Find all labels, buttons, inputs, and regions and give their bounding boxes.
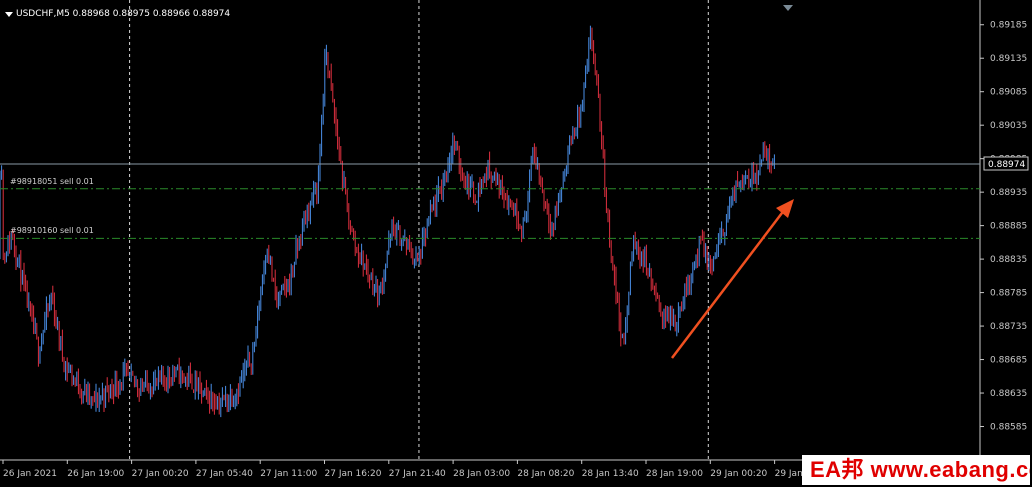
price-tick-label: 0.88585 (990, 423, 1027, 433)
price-tick-label: 0.89035 (990, 121, 1027, 131)
time-tick-label: 28 Jan 03:00 (453, 469, 510, 479)
price-tick-label: 0.89135 (990, 54, 1027, 64)
time-tick-label: 29 Jan 00:20 (710, 469, 767, 479)
time-tick-label: 28 Jan 19:00 (646, 469, 703, 479)
price-tick-label: 0.88935 (990, 188, 1027, 198)
current-price-label: 0.88974 (988, 160, 1025, 170)
price-tick-label: 0.89085 (990, 88, 1027, 98)
price-tick-label: 0.88835 (990, 255, 1027, 265)
order-label-1[interactable]: #98918051 sell 0.01 (10, 177, 94, 186)
trend-arrow-shaft (671, 208, 786, 359)
time-tick-label: 27 Jan 05:40 (196, 469, 253, 479)
time-tick-label: 26 Jan 19:00 (67, 469, 124, 479)
period-separators (129, 0, 709, 460)
time-tick-label: 27 Jan 00:20 (132, 469, 189, 479)
order-label-2[interactable]: #98910160 sell 0.01 (10, 226, 94, 235)
time-tick-label: 26 Jan 2021 (3, 469, 57, 479)
time-tick-label: 27 Jan 11:00 (260, 469, 317, 479)
time-tick-label: 27 Jan 16:20 (325, 469, 382, 479)
chart-shift-marker[interactable] (783, 5, 793, 11)
price-scale[interactable]: 0.891850.891350.890850.890350.889850.889… (980, 21, 1027, 466)
price-tick-label: 0.88635 (990, 389, 1027, 399)
price-tick-label: 0.88685 (990, 356, 1027, 366)
trend-arrow[interactable] (671, 199, 794, 359)
trend-arrow-head (776, 199, 794, 218)
collapse-triangle-icon[interactable] (5, 11, 13, 17)
order-lines (0, 188, 980, 239)
chart-canvas[interactable]: 0.891850.891350.890850.890350.889850.889… (0, 0, 1032, 487)
price-tick-label: 0.89185 (990, 21, 1027, 31)
time-tick-label: 28 Jan 08:20 (517, 469, 574, 479)
current-price-tag: 0.88974 (983, 156, 1029, 171)
chart-header: USDCHF,M5 0.88968 0.88975 0.88966 0.8897… (5, 9, 230, 19)
symbol-quote-label: USDCHF,M5 0.88968 0.88975 0.88966 0.8897… (16, 9, 231, 19)
candle-series (0, 25, 775, 418)
price-tick-label: 0.88735 (990, 322, 1027, 332)
time-tick-label: 27 Jan 21:40 (389, 469, 446, 479)
price-tick-label: 0.88785 (990, 289, 1027, 299)
time-tick-label: 28 Jan 13:40 (582, 469, 639, 479)
price-tick-label: 0.88885 (990, 222, 1027, 232)
site-watermark: EA邦 www.eabang.com (802, 455, 1030, 485)
time-scale[interactable]: 26 Jan 2021 26 Jan 19:00 27 Jan 00:20 27 Ja… (2, 460, 812, 479)
